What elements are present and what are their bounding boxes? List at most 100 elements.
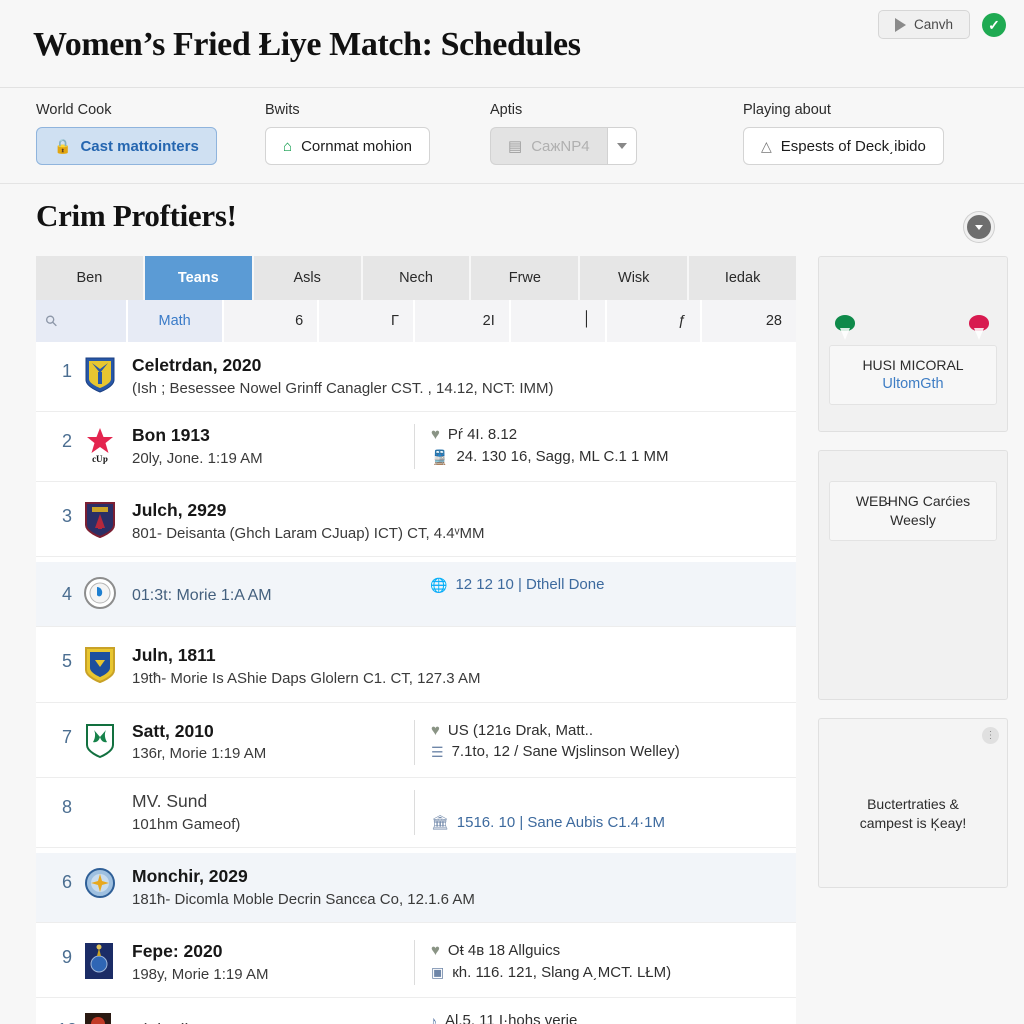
toolbar-group-label: Bwits — [265, 102, 300, 118]
table-row[interactable]: 10 Aktinall ♪ Al.5. 11 I·hohs verie — [36, 998, 796, 1024]
promo-card-line1: Buctertraties & — [867, 796, 959, 812]
row-subtitle: 801- Deisanta (Ghch Laram CJuap) ICT) CT… — [132, 525, 485, 543]
tab-wisk[interactable]: Wisk — [580, 256, 690, 300]
page-title: Women’s Fried Łiye Match: Schedules — [33, 26, 581, 63]
table-row[interactable]: 1 Celetrdan, 2020 (Ish ; Besessee Nowel … — [36, 342, 796, 413]
club-crest-icon — [84, 942, 118, 980]
row-main: MV. Sund 101hm Gameof) — [132, 790, 406, 835]
table-tab-bar: Ben Teans Asls Nech Frwe Wisk Iedak — [36, 256, 797, 300]
row-subtitle: 101hm Gameof) — [132, 815, 241, 833]
table-row[interactable]: 7 Satt, 2010 136r, Morie 1:19 AM ♥ US (1… — [36, 707, 796, 778]
map-card[interactable]: HUSI MICORAL UltomGth — [818, 256, 1008, 432]
tab-teans[interactable]: Teans — [144, 256, 254, 300]
row-side-line: ♪ Al.5. 11 I·hohs verie — [430, 1010, 786, 1024]
tab-label: Wisk — [618, 270, 650, 286]
heart-icon: ♥ — [431, 721, 440, 739]
row-side-text: 12 12 10 | Dthell Done — [455, 576, 605, 594]
heart-icon: ♥ — [431, 941, 440, 959]
chevron-down-icon — [617, 143, 627, 149]
toolbar-group-world-cook: World Cook 🔒 Cast mattointers — [36, 102, 217, 165]
more-icon[interactable]: ⋮ — [982, 727, 999, 744]
schedule-card-line2: Weesly — [890, 511, 936, 528]
bank-icon: 🏛 — [431, 814, 449, 831]
table-row[interactable]: 3 Julch, 2929 801- Deisanta (Ghch Laram … — [36, 487, 796, 558]
tab-label: Frwe — [508, 270, 541, 286]
espests-deck-label: Espests of Deck͵ibido — [780, 137, 926, 155]
row-title: Bon 1913 — [132, 425, 210, 446]
cornmat-mohion-button[interactable]: ⌂ Cornmat mohion — [265, 127, 430, 165]
schedule-table: Ben Teans Asls Nech Frwe Wisk Iedak ⚲ Ma… — [36, 256, 797, 1024]
summary-cell-nech: Γ — [319, 300, 415, 342]
aptis-dropdown-toggle[interactable] — [607, 127, 637, 165]
row-subtitle: (Ish ; Besessee Nowel Grinff Canagler CS… — [132, 379, 554, 397]
page-header: Women’s Fried Łiye Match: Schedules Canv… — [0, 0, 1024, 88]
row-side-text: кh. 116. 121, Slang A͵MCT. LŁM) — [452, 963, 672, 981]
summary-cell-teans[interactable]: Math — [127, 300, 224, 342]
music-icon: ♪ — [430, 1012, 437, 1024]
row-side-text: Pŕ 4I. 8.12 — [447, 426, 518, 444]
cast-mattointers-button[interactable]: 🔒 Cast mattointers — [36, 127, 217, 165]
map-card-link[interactable]: UltomGth — [836, 375, 990, 395]
row-number: 1 — [61, 361, 72, 381]
espests-deck-button[interactable]: △ Espests of Deck͵ibido — [743, 127, 944, 165]
row-side-line: ☰ 7.1to, 12 / Sane Wjslinson Welley) — [431, 741, 786, 763]
row-side-info: ♥ Pŕ 4I. 8.12 🚆 24. 130 16, Sagg, ML C.1… — [414, 424, 786, 470]
tab-ben[interactable]: Ben — [36, 256, 145, 300]
schedule-card-box[interactable]: WEB̵HNG Carćies Weesly — [829, 481, 997, 541]
table-row[interactable]: 6 Monchir, 2029 181ħ- Dicomla Moble Decr… — [36, 852, 796, 923]
heart-icon: ♥ — [431, 426, 440, 444]
table-row[interactable]: 8 MV. Sund 101hm Gameof) 🏛 1516. 10 | Sa… — [36, 777, 796, 848]
schedule-card[interactable]: WEB̵HNG Carćies Weesly — [818, 450, 1008, 700]
toolbar-group-bwits: Bwits ⌂ Cornmat mohion — [265, 102, 430, 165]
tab-label: Nech — [399, 270, 433, 286]
row-side-text: Al.5. 11 I·hohs verie — [445, 1012, 578, 1024]
row-main: Juln, 1811 19tħ- Morie Is AShie Daps Glo… — [132, 644, 786, 689]
verified-check-icon: ✓ — [982, 12, 1006, 37]
row-main: 01:3t: Morie 1:A AM — [132, 582, 406, 607]
club-crest-icon — [84, 576, 118, 614]
tab-iedak[interactable]: Iedak — [689, 256, 797, 300]
row-subtitle: 198y, Morie 1:19 AM — [132, 965, 269, 983]
row-side-line: ♥ US (121ɢ Drak, Matt.. — [431, 720, 786, 742]
sidebar: HUSI MICORAL UltomGth WEB̵HNG Carćies We… — [818, 256, 1008, 1024]
table-row[interactable]: 4 01:3t: Morie 1:A AM 🌐 12 12 10 | Dthel… — [36, 562, 796, 628]
document-icon: ▤ — [508, 137, 523, 155]
filter-toolbar: World Cook 🔒 Cast mattointers Bwits ⌂ Co… — [0, 88, 1024, 184]
row-side-text: 1516. 10 | Sane Aubis C1.4·1M — [456, 813, 665, 831]
club-crest-icon — [84, 1012, 118, 1024]
club-crest-icon — [84, 356, 118, 394]
table-summary-row: ⚲ Math 6 Γ 2I ׀ ƒ 28 — [36, 300, 796, 342]
section-title: Crim Proftiers! — [36, 198, 237, 233]
row-side-line: ▣ кh. 116. 121, Slang A͵MCT. LŁM) — [431, 962, 786, 984]
row-side-info: 🏛 1516. 10 | Sane Aubis C1.4·1M — [414, 789, 786, 835]
summary-cell-key[interactable]: ⚲ — [36, 300, 128, 342]
table-row[interactable]: 9 Fepe: 2020 198y, Morie 1:19 AM ♥ Oŧ 4ʙ… — [36, 927, 796, 998]
table-row[interactable]: 2 cUƿ Bon 1913 20ly, Jone. 1:19 AM ♥ Pŕ … — [36, 412, 796, 483]
row-side-line: ♥ Oŧ 4ʙ 18 Allguics — [431, 940, 786, 962]
tab-label: Iedak — [724, 270, 761, 286]
map-card-callout[interactable]: HUSI MICORAL UltomGth — [829, 345, 997, 406]
section-collapse-button[interactable] — [964, 212, 994, 242]
row-side-info: ♪ Al.5. 11 I·hohs verie — [414, 1010, 786, 1024]
map-card-title: HUSI MICORAL — [862, 357, 964, 373]
svg-text:cUƿ: cUƿ — [92, 454, 108, 464]
header-actions: Canvh ✓ — [877, 10, 1006, 39]
tab-nech[interactable]: Nech — [362, 256, 472, 300]
promo-card[interactable]: ⋮ Buctertraties & campest is Ķeay! — [818, 718, 1008, 888]
train-icon: 🚆 — [431, 448, 449, 465]
row-number: 6 — [61, 871, 72, 892]
aptis-split-button[interactable]: ▤ CaжNP4 — [490, 127, 637, 165]
section-header: Crim Proftiers! — [0, 184, 1024, 256]
table-row[interactable]: 5 Juln, 1811 19tħ- Morie Is AShie Daps G… — [36, 632, 796, 703]
row-title: Aktinall — [132, 1020, 406, 1024]
map-pin-green-icon — [835, 315, 855, 341]
tab-frwe[interactable]: Frwe — [471, 256, 581, 300]
watch-button[interactable]: Canvh — [877, 10, 970, 39]
tab-asls[interactable]: Asls — [253, 256, 363, 300]
row-number: 7 — [61, 726, 72, 747]
toolbar-group-label: World Cook — [36, 102, 112, 118]
watch-button-label: Canvh — [913, 17, 953, 32]
content-area: Ben Teans Asls Nech Frwe Wisk Iedak ⚲ Ma… — [0, 256, 1024, 1024]
promo-card-text: Buctertraties & campest is Ķeay! — [827, 795, 999, 833]
aptis-main-button: ▤ CaжNP4 — [490, 127, 607, 165]
